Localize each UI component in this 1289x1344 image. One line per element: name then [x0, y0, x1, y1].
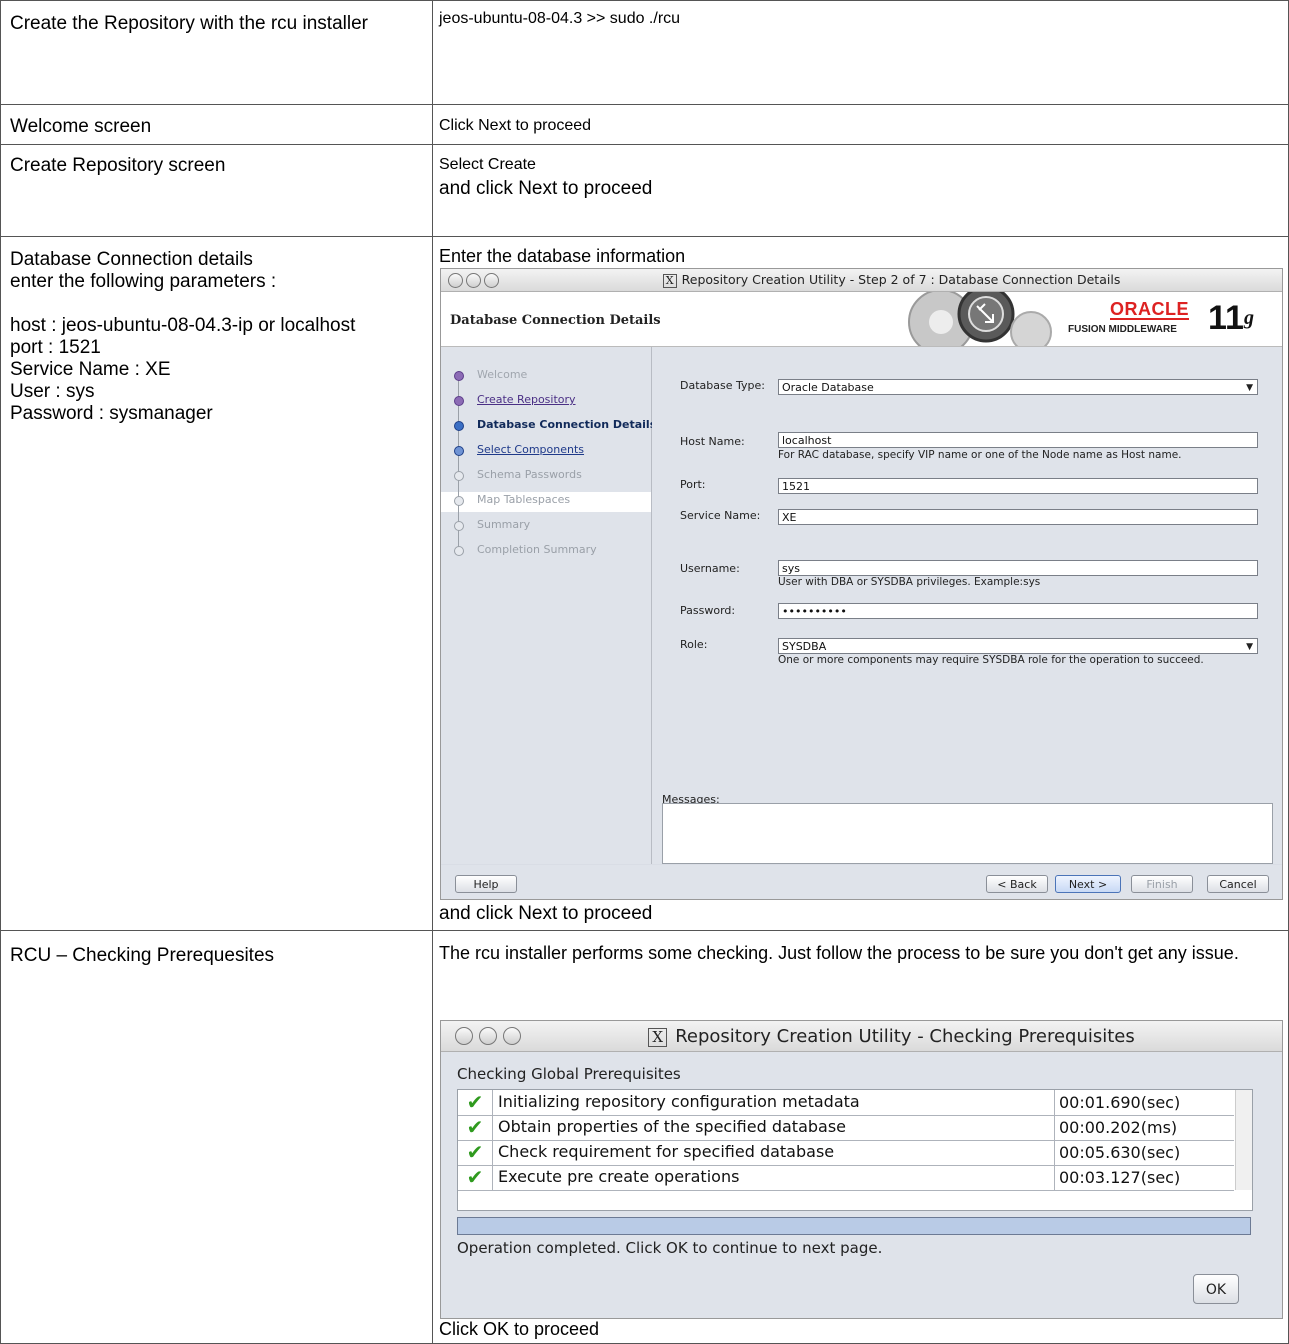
table-row: Welcome screen Click Next to proceed: [0, 104, 1289, 145]
table-row: ✔ Execute pre create operations 00:03.12…: [458, 1165, 1234, 1191]
help-button[interactable]: Help: [455, 875, 517, 893]
step-action: Click Next to proceed: [439, 117, 592, 134]
step-done-icon: [454, 396, 464, 406]
progress-bar: [457, 1217, 1251, 1235]
password-input[interactable]: ••••••••••: [778, 603, 1258, 619]
step-description: Create the Repository with the rcu insta…: [10, 13, 368, 34]
check-icon: ✔: [458, 1165, 493, 1190]
back-button[interactable]: < Back: [986, 875, 1048, 893]
host-name-hint: For RAC database, specify VIP name or on…: [778, 449, 1182, 461]
step-action: and click Next to proceed: [439, 903, 653, 924]
step-action: Click OK to proceed: [439, 1319, 600, 1339]
step-description: RCU – Checking Prerequesites: [10, 945, 275, 966]
step-todo-icon: [454, 471, 464, 481]
table-row: Create Repository screen Select Create a…: [0, 144, 1289, 237]
next-button[interactable]: Next >: [1055, 875, 1121, 893]
step-action: The rcu installer performs some checking…: [439, 943, 1239, 963]
section-title: Checking Global Prerequisites: [457, 1065, 681, 1083]
step-action: and click Next to proceed: [439, 178, 653, 199]
ok-button[interactable]: OK: [1193, 1274, 1239, 1304]
role-select[interactable]: SYSDBA: [778, 638, 1258, 655]
status-text: Operation completed. Click OK to continu…: [457, 1239, 883, 1257]
cancel-button[interactable]: Cancel: [1207, 875, 1269, 893]
table-row: ✔ Obtain properties of the specified dat…: [458, 1115, 1234, 1141]
prereq-time: 00:00.202(ms): [1054, 1115, 1235, 1140]
step-map-tablespaces: Map Tablespaces: [477, 493, 571, 506]
step-create-repository[interactable]: Create Repository: [477, 393, 576, 406]
step-description: Create Repository screen: [10, 155, 226, 176]
table-row: ✔ Check requirement for specified databa…: [458, 1140, 1234, 1166]
database-type-label: Database Type:: [680, 379, 765, 392]
finish-button[interactable]: Finish: [1131, 875, 1193, 893]
wizard-header-title: Database Connection Details: [450, 313, 661, 328]
window-titlebar[interactable]: X Repository Creation Utility - Step 2 of…: [441, 269, 1282, 292]
prereq-time: 00:03.127(sec): [1054, 1165, 1235, 1190]
step-action: Select Create: [439, 156, 536, 173]
step-database-connection-details: Database Connection Details: [477, 418, 657, 431]
step-summary: Summary: [477, 518, 531, 531]
step-current-icon: [454, 421, 464, 431]
username-label: Username:: [680, 562, 740, 575]
prereq-name: Check requirement for specified database: [498, 1142, 835, 1161]
host-name-label: Host Name:: [680, 435, 745, 448]
wizard-content: Database Type: Oracle Database Host Name…: [652, 347, 1282, 864]
host-name-input[interactable]: localhost: [778, 432, 1258, 448]
database-type-select[interactable]: Oracle Database: [778, 379, 1258, 396]
rcu-prerequisites-window: X Repository Creation Utility - Checking …: [440, 1020, 1283, 1319]
wizard-header: Database Connection Details ORACLE FUSIO…: [441, 292, 1282, 347]
step-description: Welcome screen: [10, 116, 152, 137]
table-row: ✔ Initializing repository configuration …: [458, 1090, 1234, 1116]
step-action: Enter the database information: [439, 246, 686, 266]
role-label: Role:: [680, 638, 708, 651]
port-input[interactable]: 1521: [778, 478, 1258, 494]
check-icon: ✔: [458, 1140, 493, 1165]
check-icon: ✔: [458, 1090, 493, 1115]
step-action: jeos-ubuntu-08-04.3 >> sudo ./rcu: [439, 10, 681, 27]
step-completion-summary: Completion Summary: [477, 543, 597, 556]
x11-icon: X: [648, 1028, 668, 1047]
prereq-name: Obtain properties of the specified datab…: [498, 1117, 847, 1136]
window-title: Repository Creation Utility - Step 2 of …: [681, 272, 1121, 287]
table-row: Create the Repository with the rcu insta…: [0, 0, 1289, 105]
username-hint: User with DBA or SYSDBA privileges. Exam…: [778, 576, 1041, 588]
prereq-time: 00:05.630(sec): [1054, 1140, 1235, 1165]
prereq-name: Initializing repository configuration me…: [498, 1092, 860, 1111]
step-done-icon: [454, 371, 464, 381]
step-select-components[interactable]: Select Components: [477, 443, 584, 456]
password-label: Password:: [680, 604, 736, 617]
prereq-time: 00:01.690(sec): [1054, 1090, 1235, 1115]
step-next-icon: [454, 446, 464, 456]
x11-icon: X: [662, 274, 677, 288]
messages-box: [662, 803, 1273, 864]
step-todo-icon: [454, 546, 464, 556]
gears-icon: [908, 292, 1052, 346]
wizard-steps-nav: Welcome Create Repository Database Conne…: [441, 347, 656, 864]
step-schema-passwords: Schema Passwords: [477, 468, 582, 481]
username-input[interactable]: sys: [778, 560, 1258, 576]
step-welcome: Welcome: [477, 368, 528, 381]
step-description: Database Connection details enter the fo…: [10, 249, 356, 424]
table-scrollbar[interactable]: [1235, 1090, 1252, 1190]
service-name-input[interactable]: XE: [778, 509, 1258, 525]
step-todo-icon: [454, 521, 464, 531]
window-title: Repository Creation Utility - Checking P…: [675, 1026, 1135, 1047]
wizard-button-bar: Help < Back Next > Finish Cancel: [441, 865, 1282, 899]
service-name-label: Service Name:: [680, 509, 761, 522]
step-todo-icon: [454, 496, 464, 506]
prerequisites-table: ✔ Initializing repository configuration …: [457, 1089, 1253, 1211]
check-icon: ✔: [458, 1115, 493, 1140]
port-label: Port:: [680, 478, 706, 491]
role-hint: One or more components may require SYSDB…: [778, 654, 1204, 666]
window-titlebar[interactable]: X Repository Creation Utility - Checking …: [441, 1021, 1282, 1052]
oracle-fusion-logo: ORACLE FUSION MIDDLEWARE 11g: [1068, 299, 1254, 337]
rcu-db-connection-window: X Repository Creation Utility - Step 2 of…: [440, 268, 1283, 900]
prereq-name: Execute pre create operations: [498, 1167, 740, 1186]
